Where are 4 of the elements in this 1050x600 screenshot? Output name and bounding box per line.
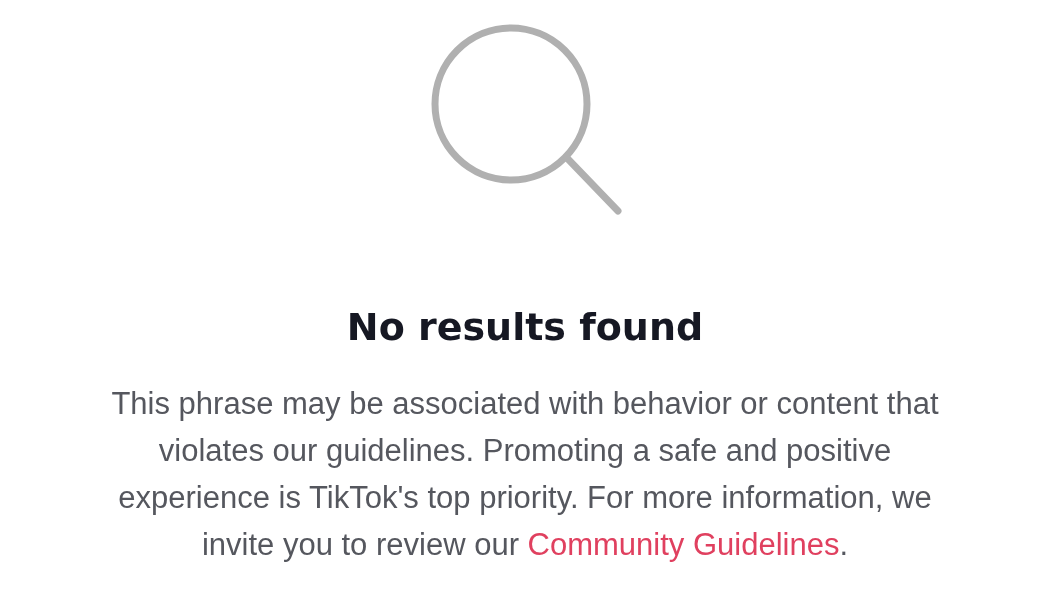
search-icon bbox=[431, 24, 625, 218]
explanation-text: This phrase may be associated with behavior or content that violates our guidelines. Promoting a safe and positive experience is TikTok's top priority. For more information, we invite you to review our Community Guidelines. bbox=[110, 385, 940, 564]
guidelines-link[interactable]: Community Guidelines bbox=[527, 527, 840, 562]
empty-state-title: No results found bbox=[346, 304, 704, 351]
